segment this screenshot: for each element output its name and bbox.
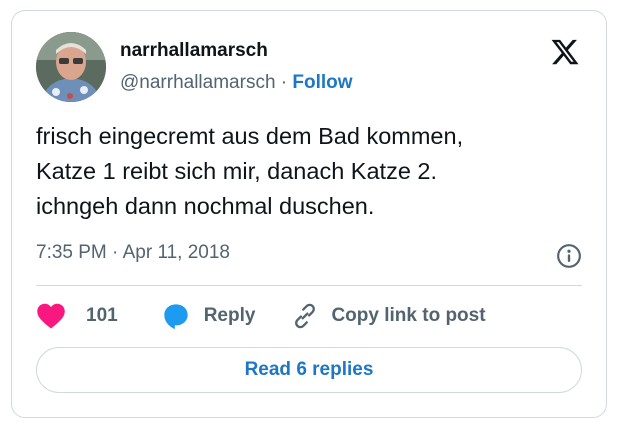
follow-button[interactable]: Follow [292,72,352,93]
avatar-photo [36,32,106,102]
x-logo-icon[interactable] [549,37,581,67]
like-button[interactable]: 101 [36,302,118,330]
read-replies-button[interactable]: Read 6 replies [36,347,582,393]
avatar[interactable] [36,32,106,102]
tweet-line: ichngeh dann nochmal duschen. [36,193,375,219]
heart-icon [37,303,65,329]
tweet-text: frisch eingecremt aus dem Bad kommen, Ka… [36,119,596,224]
tweet-line: Katze 1 reibt sich mir, danach Katze 2. [36,158,438,184]
copy-link-button[interactable]: Copy link to post [291,302,486,330]
tweet-line: frisch eingecremt aus dem Bad kommen, [36,123,464,149]
copy-link-label: Copy link to post [331,305,486,326]
divider [36,285,582,286]
author-handle[interactable]: @narrhallamarsch [120,72,276,93]
tweet-timestamp[interactable]: 7:35 PM · Apr 11, 2018 [36,242,230,264]
author-handle-row: @narrhallamarsch · Follow [120,72,353,94]
author-display-name[interactable]: narrhallamarsch [120,40,268,62]
like-count: 101 [86,305,118,326]
link-icon [295,303,316,329]
reply-button[interactable]: Reply [162,302,256,330]
tweet-card: narrhallamarsch @narrhallamarsch · Follo… [11,10,607,418]
read-replies-label: Read 6 replies [244,359,374,380]
reply-bubble-icon [164,304,188,330]
handle-separator: · [280,72,288,93]
info-icon[interactable] [556,243,582,269]
action-bar: 101 Reply Copy link to post [36,302,486,330]
reply-label: Reply [203,305,256,326]
